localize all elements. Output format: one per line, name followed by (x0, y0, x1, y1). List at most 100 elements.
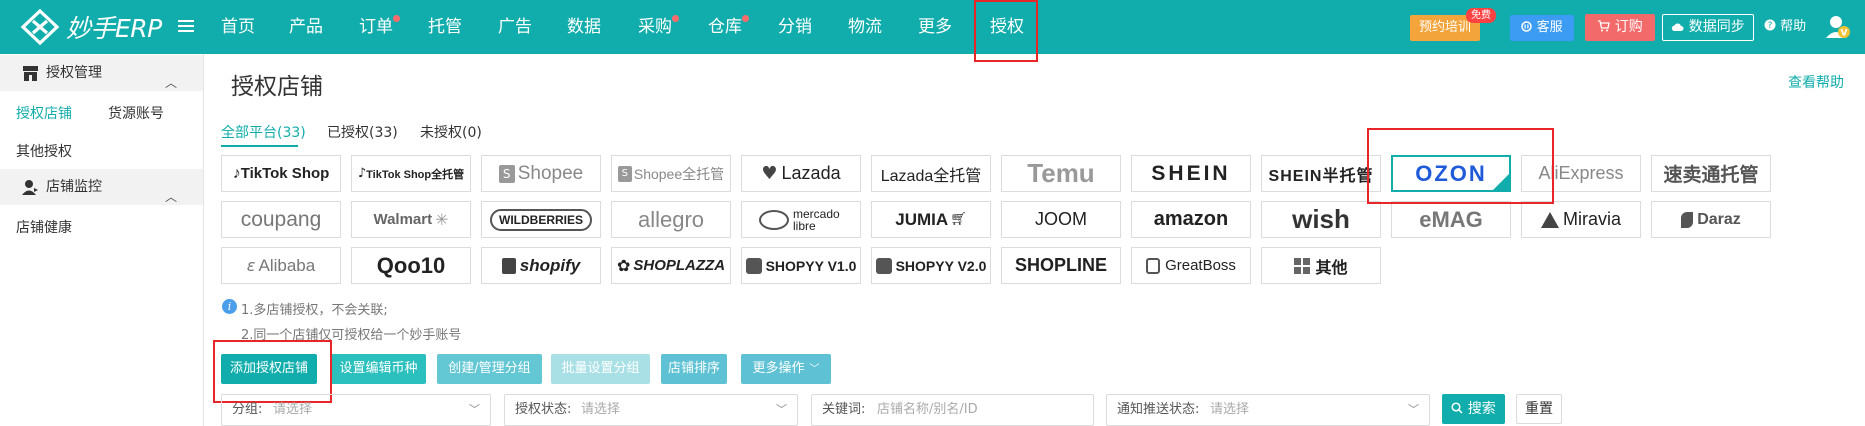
notification-dot (742, 15, 749, 22)
sidebar-item-other-auth[interactable]: 其他授权 (16, 141, 72, 161)
platform-mercado-libre[interactable]: mercado libre (741, 201, 861, 238)
user-monitor-icon (22, 180, 38, 195)
platform-daraz[interactable]: Daraz (1651, 201, 1771, 238)
greatboss-logo-icon (1146, 257, 1161, 274)
alibaba-smile-icon: ɛ (246, 256, 256, 275)
nav-purchase[interactable]: 采购 (638, 0, 679, 54)
platform-greatboss[interactable]: GreatBoss (1131, 247, 1251, 284)
lazada-heart-icon: ♥ (761, 163, 778, 184)
platform-alibaba[interactable]: ɛ Alibaba (221, 247, 341, 284)
nav-home[interactable]: 首页 (221, 0, 255, 54)
platform-shein-managed[interactable]: SHEIN半托管 (1261, 155, 1381, 192)
nav-warehouse[interactable]: 仓库 (708, 0, 749, 54)
platform-temu[interactable]: Temu (1001, 155, 1121, 192)
platform-aliexpress-managed[interactable]: 速卖通托管 (1651, 155, 1771, 192)
notification-dot (393, 15, 400, 22)
platform-emag[interactable]: eMAG (1391, 201, 1511, 238)
svg-text:?: ? (1768, 21, 1773, 31)
sidebar-item-source-accounts[interactable]: 货源账号 (108, 103, 164, 123)
platform-amazon[interactable]: amazon (1131, 201, 1251, 238)
nav-data[interactable]: 数据 (567, 0, 601, 54)
sidebar-group-auth[interactable]: 授权管理 ︿ (0, 55, 203, 91)
nav-products[interactable]: 产品 (289, 0, 323, 54)
group-filter-select[interactable]: 分组: 请选择 ﹀ (221, 394, 491, 426)
note-line-1: 1.多店铺授权，不会关联; (241, 303, 388, 318)
help-icon: ? (1764, 19, 1776, 31)
store-icon (23, 66, 38, 81)
batch-set-group-button[interactable]: 批量设置分组 (551, 354, 650, 384)
user-avatar-icon[interactable]: V (1825, 14, 1851, 40)
headset-icon (1521, 21, 1533, 32)
sidebar-group-monitor[interactable]: 店铺监控 ︿ (0, 169, 203, 205)
auth-status-select[interactable]: 授权状态: 请选择 ﹀ (504, 394, 798, 426)
sidebar: 授权管理 ︿ 授权店铺 货源账号 其他授权 店铺监控 ︿ 店铺健康 (0, 54, 204, 426)
notify-status-select[interactable]: 通知推送状态: 请选择 ﹀ (1106, 394, 1430, 426)
platform-jumia[interactable]: JUMIA 🛒︎ (871, 201, 991, 238)
manage-groups-button[interactable]: 创建/管理分组 (437, 354, 542, 384)
subscribe-button[interactable]: 订购 (1585, 14, 1655, 41)
platform-allegro[interactable]: allegro (611, 201, 731, 238)
help-link[interactable]: ? 帮助 (1764, 16, 1806, 38)
platform-shopee-managed[interactable]: S Shopee全托管 (611, 155, 731, 192)
platform-walmart[interactable]: Walmart ✳ (351, 201, 471, 238)
platform-miravia[interactable]: Miravia (1521, 201, 1641, 238)
store-sort-button[interactable]: 店铺排序 (661, 354, 727, 384)
platform-qoo10[interactable]: Qoo10 (351, 247, 471, 284)
platform-joom[interactable]: JOOM (1001, 201, 1121, 238)
chevron-down-icon: ﹀ (469, 403, 480, 416)
shopyy-bag-icon (745, 257, 762, 274)
view-help-link[interactable]: 查看帮助 (1788, 72, 1844, 92)
platform-shopify[interactable]: shopify (481, 247, 601, 284)
customer-service-button[interactable]: 客服 (1510, 15, 1574, 41)
sidebar-item-auth-stores[interactable]: 授权店铺 (16, 103, 72, 123)
keyword-input[interactable]: 关键词: 店铺名称/别名/ID (811, 394, 1094, 426)
platform-lazada-managed[interactable]: Lazada全托管 (871, 155, 991, 192)
app-name: 妙手ERP (66, 14, 162, 43)
mercado-handshake-icon (759, 209, 789, 230)
miravia-logo-icon (1540, 211, 1559, 228)
platform-lazada[interactable]: ♥ Lazada (741, 155, 861, 192)
platform-shopline[interactable]: SHOPLINE (1001, 247, 1121, 284)
chevron-down-icon: ﹀ (776, 403, 787, 416)
nav-more[interactable]: 更多 (918, 0, 952, 54)
shopyy-bag-icon (875, 257, 892, 274)
data-sync-button[interactable]: 数据同步 (1662, 14, 1754, 41)
cart-icon (1598, 20, 1611, 32)
platform-shopee[interactable]: S Shopee (481, 155, 601, 192)
shopee-bag-icon: S (617, 165, 632, 182)
cloud-icon (1672, 23, 1684, 31)
nav-ads[interactable]: 广告 (498, 0, 532, 54)
platform-shein[interactable]: SHEIN (1131, 155, 1251, 192)
platform-tiktok-shop[interactable]: ♪ TikTok Shop (221, 155, 341, 192)
tab-authorized[interactable]: 已授权(33) (327, 122, 398, 142)
set-currency-button[interactable]: 设置编辑币种 (331, 354, 426, 384)
more-actions-button[interactable]: 更多操作 ﹀ (741, 354, 831, 384)
platform-wildberries[interactable]: WILDBERRIES (481, 201, 601, 238)
chevron-down-icon: ﹀ (809, 364, 820, 375)
walmart-spark-icon: ✳ (435, 210, 449, 229)
nav-managed[interactable]: 托管 (428, 0, 462, 54)
platform-other[interactable]: 其他 (1261, 247, 1381, 284)
tab-all-platforms[interactable]: 全部平台(33) (221, 122, 306, 142)
daraz-logo-icon (1681, 211, 1694, 228)
platform-coupang[interactable]: coupang (221, 201, 341, 238)
free-badge: 免费 (1466, 8, 1496, 23)
platform-shopyy-v1[interactable]: SHOPYY V1.0 (741, 247, 861, 284)
tab-unauthorized[interactable]: 未授权(0) (420, 122, 482, 142)
platform-shoplazza[interactable]: ✿ SHOPLAZZA (611, 247, 731, 284)
platform-shopyy-v2[interactable]: SHOPYY V2.0 (871, 247, 991, 284)
nav-highlight-box (974, 0, 1038, 62)
sidebar-item-store-health[interactable]: 店铺健康 (16, 217, 72, 237)
reset-button[interactable]: 重置 (1516, 394, 1562, 424)
menu-toggle-icon[interactable] (178, 17, 194, 35)
platform-tiktok-shop-managed[interactable]: ♪ TikTok Shop全托管 (351, 155, 471, 192)
nav-distribution[interactable]: 分销 (778, 0, 812, 54)
app-logo[interactable]: 妙手ERP (20, 8, 162, 46)
ozon-highlight-box (1367, 128, 1554, 204)
shopee-bag-icon: S (498, 164, 515, 183)
nav-orders[interactable]: 订单 (359, 0, 400, 54)
nav-logistics[interactable]: 物流 (848, 0, 882, 54)
platform-wish[interactable]: wish (1261, 201, 1381, 238)
search-button[interactable]: 搜索 (1442, 394, 1505, 424)
search-icon (1451, 402, 1463, 414)
